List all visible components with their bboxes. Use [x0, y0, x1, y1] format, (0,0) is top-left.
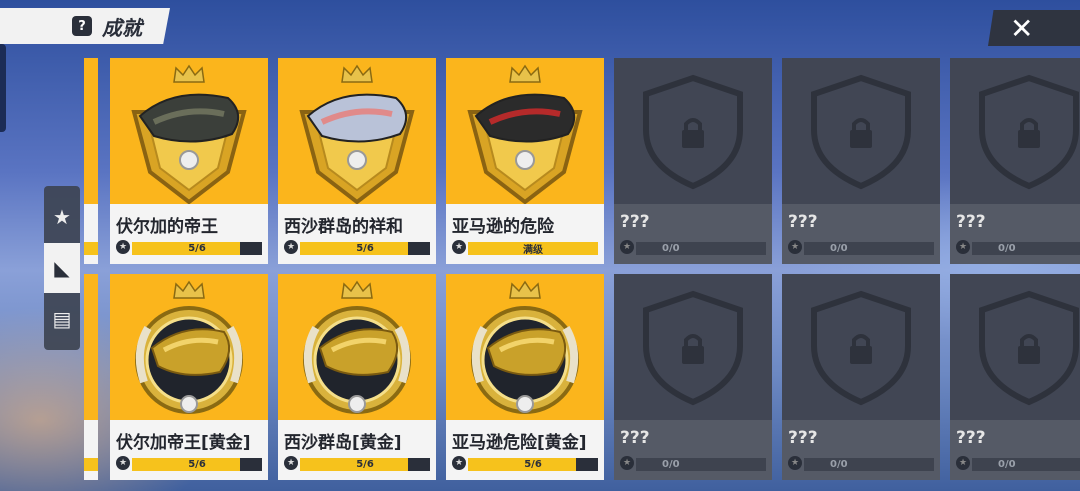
progress-text: 0/0	[662, 243, 680, 254]
progress-text: 5/6	[356, 243, 374, 254]
side-tab-bar: ★ ◣ ▤	[44, 186, 80, 350]
tab-fish[interactable]: ◣	[44, 243, 80, 293]
level-star-icon: ★	[116, 240, 130, 254]
close-icon: ✕	[1010, 11, 1034, 45]
lock-shield-icon	[614, 58, 772, 204]
progress-text: 满级	[523, 245, 543, 255]
card-book-icon: ▤	[52, 307, 72, 331]
card-info: 西沙群岛[黄金] ★ 5/6	[278, 420, 436, 480]
progress-text: 0/0	[998, 459, 1016, 470]
lock-shield-icon	[950, 274, 1080, 420]
progress-text: 5/6	[188, 243, 206, 254]
fish-emblem-icon	[110, 274, 268, 420]
progress-text: 0/0	[830, 243, 848, 254]
achievement-name: ???	[788, 428, 818, 448]
progress-bar: 满级	[468, 242, 598, 255]
progress-bar: 0/0	[804, 242, 934, 255]
progress-bar: 5/6	[468, 458, 598, 471]
achievement-name: ???	[788, 212, 818, 232]
level-star-icon: ★	[452, 456, 466, 470]
title-bar: ? 成就	[0, 8, 170, 44]
star-badge-icon: ★	[53, 205, 71, 229]
achievement-name: ???	[620, 212, 650, 232]
achievement-name: 伏尔加的帝王	[116, 217, 218, 237]
fish-emblem-icon	[110, 58, 268, 204]
lock-shield-icon	[782, 58, 940, 204]
tab-collection[interactable]: ▤	[44, 294, 80, 344]
progress-text: 5/6	[356, 459, 374, 470]
achievement-card-locked[interactable]: ??? ★ 0/0	[614, 58, 772, 264]
progress-bar: 0/0	[972, 458, 1080, 471]
card-info: 亚马逊危险[黄金] ★ 5/6	[446, 420, 604, 480]
progress-text: 5/6	[524, 459, 542, 470]
progress-bar: 0/0	[972, 242, 1080, 255]
achievement-name: ???	[620, 428, 650, 448]
achievement-card[interactable]: 伏尔加的帝王 ★ 5/6	[110, 58, 268, 264]
achievement-card[interactable]: 伏尔加帝王[黄金] ★ 5/6	[110, 274, 268, 480]
achievement-card[interactable]: 西沙群岛的祥和 ★ 5/6	[278, 58, 436, 264]
lock-shield-icon	[950, 58, 1080, 204]
level-star-icon: ★	[284, 456, 298, 470]
card-info: ??? ★ 0/0	[950, 204, 1080, 264]
achievement-card[interactable]: 西沙群岛[黄金] ★ 5/6	[278, 274, 436, 480]
achievement-card-locked[interactable]: ??? ★ 0/0	[782, 58, 940, 264]
level-star-icon: ★	[620, 456, 634, 470]
card-info: ??? ★ 0/0	[950, 420, 1080, 480]
card-info: 伏尔加的帝王 ★ 5/6	[110, 204, 268, 264]
progress-bar: 5/6	[300, 242, 430, 255]
partial-card	[84, 58, 98, 264]
level-star-icon: ★	[956, 456, 970, 470]
fish-emblem-icon	[278, 58, 436, 204]
achievement-name: 亚马逊危险[黄金]	[452, 433, 587, 453]
card-info: 西沙群岛的祥和 ★ 5/6	[278, 204, 436, 264]
progress-bar: 0/0	[636, 458, 766, 471]
level-star-icon: ★	[116, 456, 130, 470]
progress-bar: 0/0	[636, 242, 766, 255]
progress-text: 0/0	[830, 459, 848, 470]
achievement-name: ???	[956, 212, 986, 232]
progress-text: 0/0	[662, 459, 680, 470]
fish-emblem-icon	[446, 58, 604, 204]
level-star-icon: ★	[620, 240, 634, 254]
progress-text: 5/6	[188, 459, 206, 470]
achievement-card-locked[interactable]: ??? ★ 0/0	[950, 274, 1080, 480]
achievement-name: ???	[956, 428, 986, 448]
achievement-name: 西沙群岛[黄金]	[284, 433, 402, 453]
lock-shield-icon	[782, 274, 940, 420]
card-info: 亚马逊的危险 ★ 满级	[446, 204, 604, 264]
fish-fin-icon: ◣	[54, 256, 70, 280]
fish-emblem-icon	[446, 274, 604, 420]
achievement-card[interactable]: 亚马逊危险[黄金] ★ 5/6	[446, 274, 604, 480]
card-info: 伏尔加帝王[黄金] ★ 5/6	[110, 420, 268, 480]
left-edge-handle[interactable]	[0, 44, 6, 132]
fish-emblem-icon	[278, 274, 436, 420]
progress-bar: 5/6	[300, 458, 430, 471]
progress-bar: 0/0	[804, 458, 934, 471]
card-info: ??? ★ 0/0	[614, 204, 772, 264]
level-star-icon: ★	[956, 240, 970, 254]
card-info: ??? ★ 0/0	[614, 420, 772, 480]
partial-card	[84, 274, 98, 480]
page-title: 成就	[102, 15, 142, 40]
progress-text: 0/0	[998, 243, 1016, 254]
achievement-name: 亚马逊的危险	[452, 217, 554, 237]
level-star-icon: ★	[788, 240, 802, 254]
level-star-icon: ★	[284, 240, 298, 254]
progress-bar: 5/6	[132, 458, 262, 471]
achievement-name: 伏尔加帝王[黄金]	[116, 433, 251, 453]
level-star-icon: ★	[788, 456, 802, 470]
help-icon[interactable]: ?	[72, 16, 92, 36]
tab-badges[interactable]: ★	[44, 192, 80, 242]
achievement-name: 西沙群岛的祥和	[284, 217, 403, 237]
achievement-card-locked[interactable]: ??? ★ 0/0	[950, 58, 1080, 264]
achievement-card-locked[interactable]: ??? ★ 0/0	[782, 274, 940, 480]
close-button[interactable]: ✕	[988, 10, 1080, 46]
level-star-icon: ★	[452, 240, 466, 254]
lock-shield-icon	[614, 274, 772, 420]
progress-bar: 5/6	[132, 242, 262, 255]
card-info: ??? ★ 0/0	[782, 204, 940, 264]
achievement-card-locked[interactable]: ??? ★ 0/0	[614, 274, 772, 480]
achievement-card[interactable]: 亚马逊的危险 ★ 满级	[446, 58, 604, 264]
card-info: ??? ★ 0/0	[782, 420, 940, 480]
